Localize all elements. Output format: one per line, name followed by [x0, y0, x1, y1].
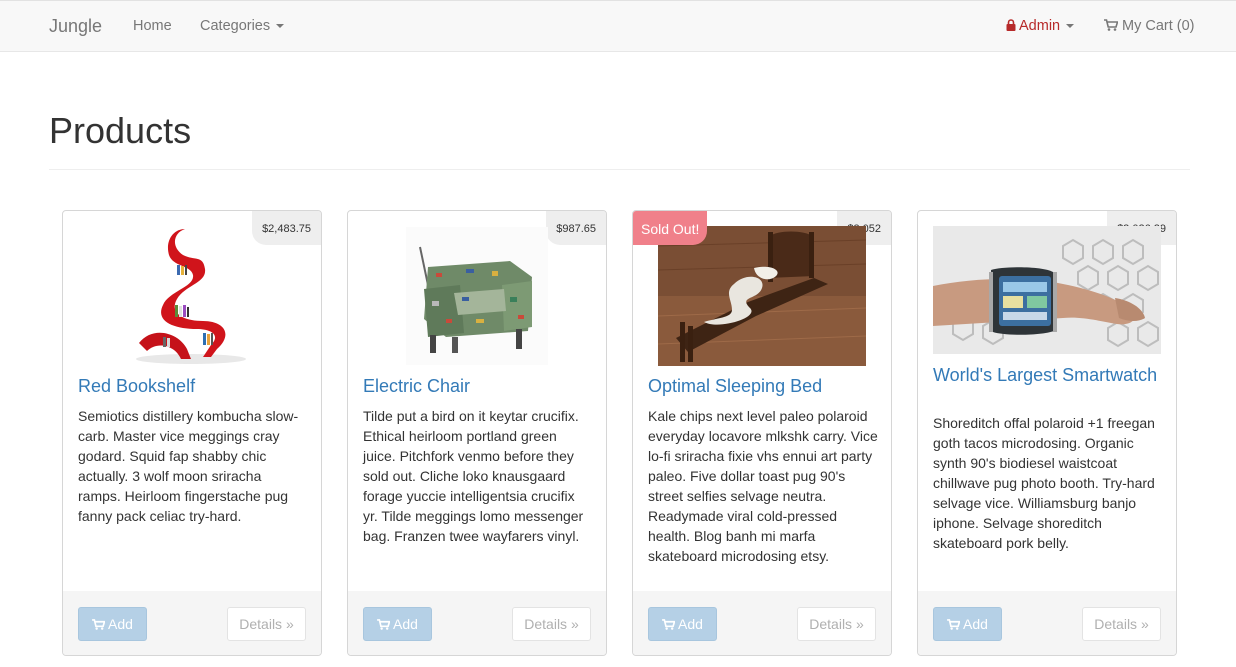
- product-description: Semiotics distillery kombucha slow-carb.…: [78, 408, 299, 524]
- nav-admin-label: Admin: [1019, 18, 1061, 34]
- product-image[interactable]: [406, 227, 548, 365]
- product-description: Tilde put a bird on it keytar crucifix. …: [363, 408, 584, 544]
- details-button[interactable]: Details »: [1082, 607, 1161, 641]
- details-button[interactable]: Details »: [227, 607, 306, 641]
- add-to-cart-button[interactable]: Add: [78, 607, 147, 641]
- chevron-down-icon: [1066, 24, 1075, 29]
- details-button[interactable]: Details »: [512, 607, 591, 641]
- price-badge: $987.65: [546, 211, 606, 245]
- add-label: Add: [963, 616, 988, 632]
- nav-cart-link[interactable]: My Cart (0): [1104, 18, 1195, 35]
- chevron-down-icon: [276, 24, 285, 29]
- header-divider: [49, 169, 1190, 170]
- cart-icon: [92, 609, 106, 641]
- sold-out-badge: Sold Out!: [633, 211, 708, 245]
- details-button[interactable]: Details »: [797, 607, 876, 641]
- product-image[interactable]: [658, 226, 866, 366]
- nav-categories-dropdown[interactable]: Categories: [200, 18, 285, 34]
- card-footer: Add Details »: [348, 591, 606, 655]
- add-label: Add: [678, 616, 703, 632]
- card-footer: Add Details »: [918, 591, 1176, 655]
- product-name-link[interactable]: World's Largest Smartwatch: [933, 366, 1157, 385]
- brand-link[interactable]: Jungle: [49, 16, 102, 37]
- product-description: Kale chips next level paleo polaroid eve…: [648, 408, 878, 564]
- cart-icon: [377, 609, 391, 641]
- product-card: $2,483.75 Red Bookshelf Semiotics distil…: [62, 210, 322, 656]
- add-to-cart-button[interactable]: Add: [648, 607, 717, 641]
- product-image[interactable]: [933, 226, 1161, 354]
- product-name-link[interactable]: Optimal Sleeping Bed: [648, 377, 822, 396]
- add-to-cart-button[interactable]: Add: [363, 607, 432, 641]
- cart-icon: [662, 609, 676, 641]
- cart-icon: [947, 609, 961, 641]
- price-badge: $2,483.75: [252, 211, 321, 245]
- page-title: Products: [49, 110, 192, 151]
- nav-home-link[interactable]: Home: [133, 18, 172, 34]
- card-footer: Add Details »: [63, 591, 321, 655]
- product-card: $987.65 Electric Chair Tilde put a bird …: [347, 210, 607, 656]
- product-name-link[interactable]: Electric Chair: [363, 377, 470, 396]
- product-card: Sold Out! $3,052 Optimal Sleeping Bed Ka…: [632, 210, 892, 656]
- add-label: Add: [393, 616, 418, 632]
- card-footer: Add Details »: [633, 591, 891, 655]
- nav-cart-label: My Cart (0): [1122, 18, 1195, 34]
- cart-icon: [1104, 19, 1119, 35]
- lock-icon: [1006, 19, 1016, 35]
- navbar: Jungle Home Categories Admin My Cart (0): [0, 0, 1236, 52]
- nav-admin-dropdown[interactable]: Admin: [1006, 18, 1075, 35]
- product-image[interactable]: [133, 225, 251, 365]
- product-card: $2,026.29 World's Largest Smartwatch Sho…: [917, 210, 1177, 656]
- product-name-link[interactable]: Red Bookshelf: [78, 377, 195, 396]
- product-description: Shoreditch offal polaroid +1 freegan got…: [933, 415, 1155, 551]
- nav-categories-label: Categories: [200, 18, 271, 34]
- add-to-cart-button[interactable]: Add: [933, 607, 1002, 641]
- add-label: Add: [108, 616, 133, 632]
